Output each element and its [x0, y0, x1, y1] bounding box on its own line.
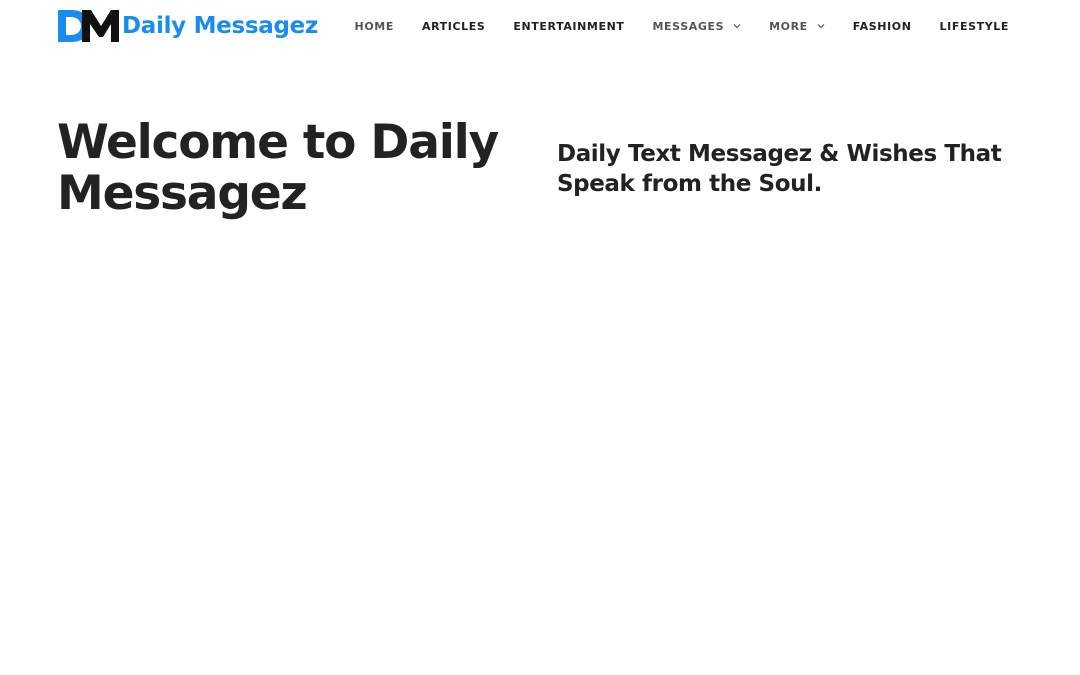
chevron-down-icon[interactable] — [733, 23, 741, 29]
nav-item-label: HOME — [354, 19, 394, 33]
nav-item-label: ARTICLES — [421, 19, 486, 33]
site-logo-text: Daily Messagez — [122, 13, 319, 39]
nav-item-label: MESSAGES — [652, 19, 725, 33]
nav-item-label: LIFESTYLE — [939, 19, 1009, 33]
hero-subtitle: Daily Text Messagez & Wishes That Speak … — [557, 141, 1002, 197]
nav-item-lifestyle[interactable]: LIFESTYLE — [940, 20, 1009, 33]
main-nav: HOME ARTICLES ENTERTAINMENT MESSAGES MOR… — [327, 0, 1009, 52]
nav-item-fashion[interactable]: FASHION — [853, 20, 912, 33]
dm-monogram-icon — [58, 10, 119, 42]
nav-item-label: MORE — [769, 19, 808, 33]
nav-item-more[interactable]: MORE — [769, 20, 825, 33]
nav-item-messages[interactable]: MESSAGES — [653, 20, 742, 33]
nav-item-home[interactable]: HOME — [355, 20, 394, 33]
nav-item-label: ENTERTAINMENT — [513, 19, 625, 33]
nav-item-label: FASHION — [852, 19, 912, 33]
site-logo-link[interactable]: Daily Messagez — [58, 8, 318, 44]
nav-item-articles[interactable]: ARTICLES — [422, 20, 485, 33]
chevron-down-icon[interactable] — [817, 23, 825, 29]
hero-title: Welcome to Daily Messagez — [57, 115, 499, 221]
site-header: Daily Messagez HOME ARTICLES ENTERTAINME… — [0, 0, 1080, 52]
nav-item-entertainment[interactable]: ENTERTAINMENT — [513, 20, 624, 33]
